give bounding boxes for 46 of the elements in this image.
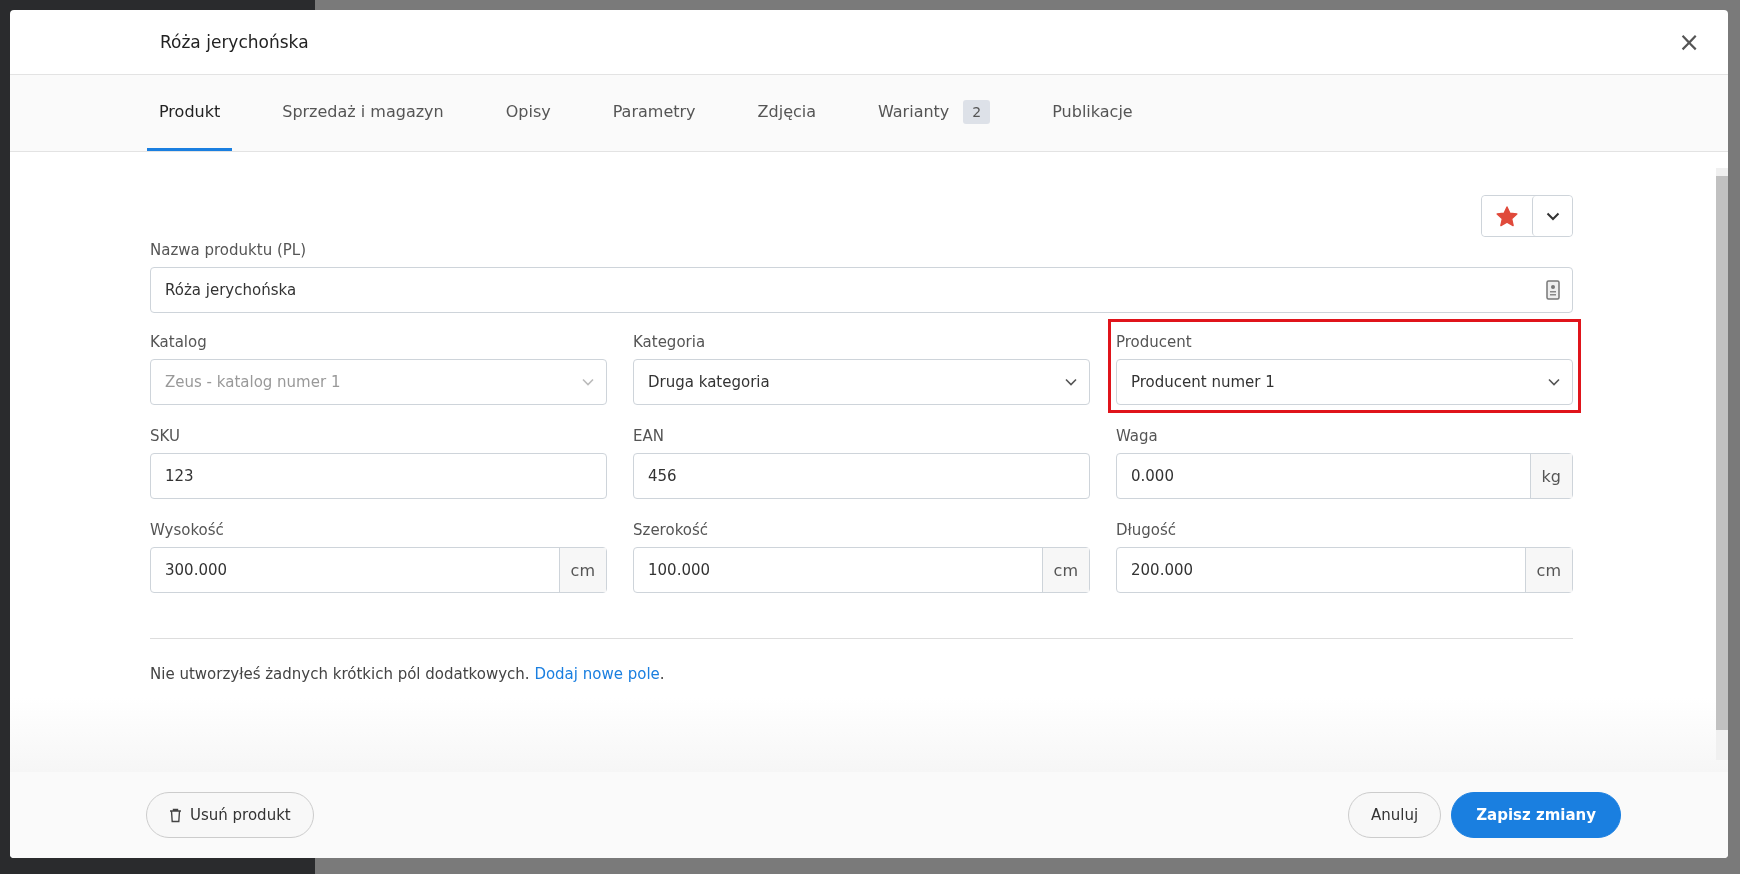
- field-label: Nazwa produktu (PL): [150, 241, 308, 259]
- dialog-title: Róża jerychońska: [160, 32, 309, 52]
- chevron-down-icon: [1545, 211, 1560, 221]
- unit-addon: cm: [1524, 548, 1572, 592]
- id-card-icon: [1546, 280, 1560, 300]
- field-label: Szerokość: [633, 521, 710, 539]
- field-label: Katalog: [150, 333, 208, 351]
- tab[interactable]: Warianty 2: [866, 75, 1003, 151]
- input-field[interactable]: 300.000 cm: [150, 547, 607, 593]
- field-label: SKU: [150, 427, 181, 445]
- input-field[interactable]: 100.000 cm: [633, 547, 1090, 593]
- chevron-down-icon: [582, 378, 594, 386]
- dropdown-button[interactable]: [1532, 196, 1572, 236]
- chevron-down-icon: [1065, 378, 1077, 386]
- save-button[interactable]: Zapisz zmiany: [1451, 792, 1621, 838]
- tab[interactable]: Zdjęcia: [745, 75, 828, 151]
- field-label: Producent: [1116, 333, 1193, 351]
- field-label: Waga: [1116, 427, 1159, 445]
- cancel-button[interactable]: Anuluj: [1348, 792, 1442, 838]
- select-field[interactable]: Druga kategoria: [633, 359, 1090, 405]
- add-field-link[interactable]: Dodaj nowe pole: [534, 665, 660, 683]
- count-badge: 2: [963, 99, 991, 124]
- field-label: Wysokość: [150, 521, 225, 539]
- unit-addon: kg: [1529, 454, 1572, 498]
- delete-button[interactable]: Usuń produkt: [146, 792, 314, 838]
- trash-icon: [169, 807, 182, 823]
- chevron-down-icon: [1548, 378, 1560, 386]
- input-field[interactable]: 200.000 cm: [1116, 547, 1573, 593]
- tab[interactable]: Publikacje: [1040, 75, 1145, 151]
- unit-addon: cm: [1041, 548, 1089, 592]
- input-field[interactable]: 123: [150, 453, 607, 499]
- tab[interactable]: Opisy: [493, 75, 563, 151]
- tab[interactable]: Parametry: [600, 75, 708, 151]
- info-text: Nie utworzyłeś żadnych krótkich pól dodatkowych. Dodaj nowe pole.: [150, 665, 666, 683]
- scrollbar[interactable]: [1716, 168, 1728, 760]
- select-field[interactable]: Producent numer 1: [1116, 359, 1573, 405]
- unit-addon: cm: [558, 548, 606, 592]
- field-label: Długość: [1116, 521, 1178, 539]
- input-field[interactable]: 0.000 kg: [1116, 453, 1573, 499]
- close-button[interactable]: ×: [1674, 27, 1704, 57]
- field-label: EAN: [633, 427, 665, 445]
- input-field[interactable]: Róża jerychońska: [150, 267, 1573, 313]
- field-label: Kategoria: [633, 333, 707, 351]
- star-icon: [1496, 205, 1518, 227]
- tab[interactable]: Sprzedaż i magazyn: [270, 75, 456, 151]
- input-field[interactable]: 456: [633, 453, 1090, 499]
